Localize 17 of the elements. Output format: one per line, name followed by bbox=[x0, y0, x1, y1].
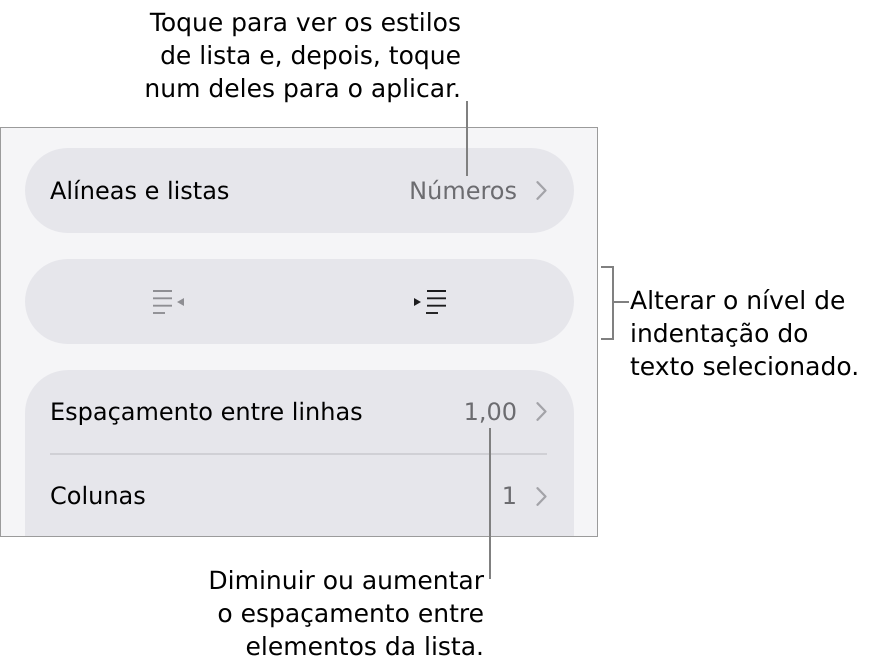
settings-row[interactable]: Alíneas e listas Números bbox=[25, 148, 574, 233]
indent-icon bbox=[414, 290, 446, 314]
settings-row[interactable]: Espaçamento entre linhas 1,00 bbox=[25, 370, 574, 453]
chevron-right-icon bbox=[536, 486, 547, 506]
row-label: Espaçamento entre linhas bbox=[50, 398, 364, 426]
chevron-right-icon bbox=[536, 402, 547, 421]
callout-text: Diminuir ou aumentar o espaçamento entre elementos da lista. bbox=[208, 565, 484, 663]
row-label: Colunas bbox=[50, 482, 147, 510]
row-value: 1 bbox=[502, 482, 517, 510]
outdent-icon bbox=[152, 290, 184, 314]
row-value: Números bbox=[409, 176, 517, 204]
callout-text: Toque para ver os estilos de lista e, depois, toque num deles para o aplicar. bbox=[144, 7, 461, 105]
callout-text: Alterar o nível de indentação do texto selecionado. bbox=[630, 285, 860, 383]
row-value: 1,00 bbox=[464, 398, 517, 426]
chevron-right-icon bbox=[536, 181, 547, 200]
row-label: Alíneas e listas bbox=[50, 176, 230, 204]
settings-row[interactable]: Colunas 1 bbox=[25, 454, 574, 536]
